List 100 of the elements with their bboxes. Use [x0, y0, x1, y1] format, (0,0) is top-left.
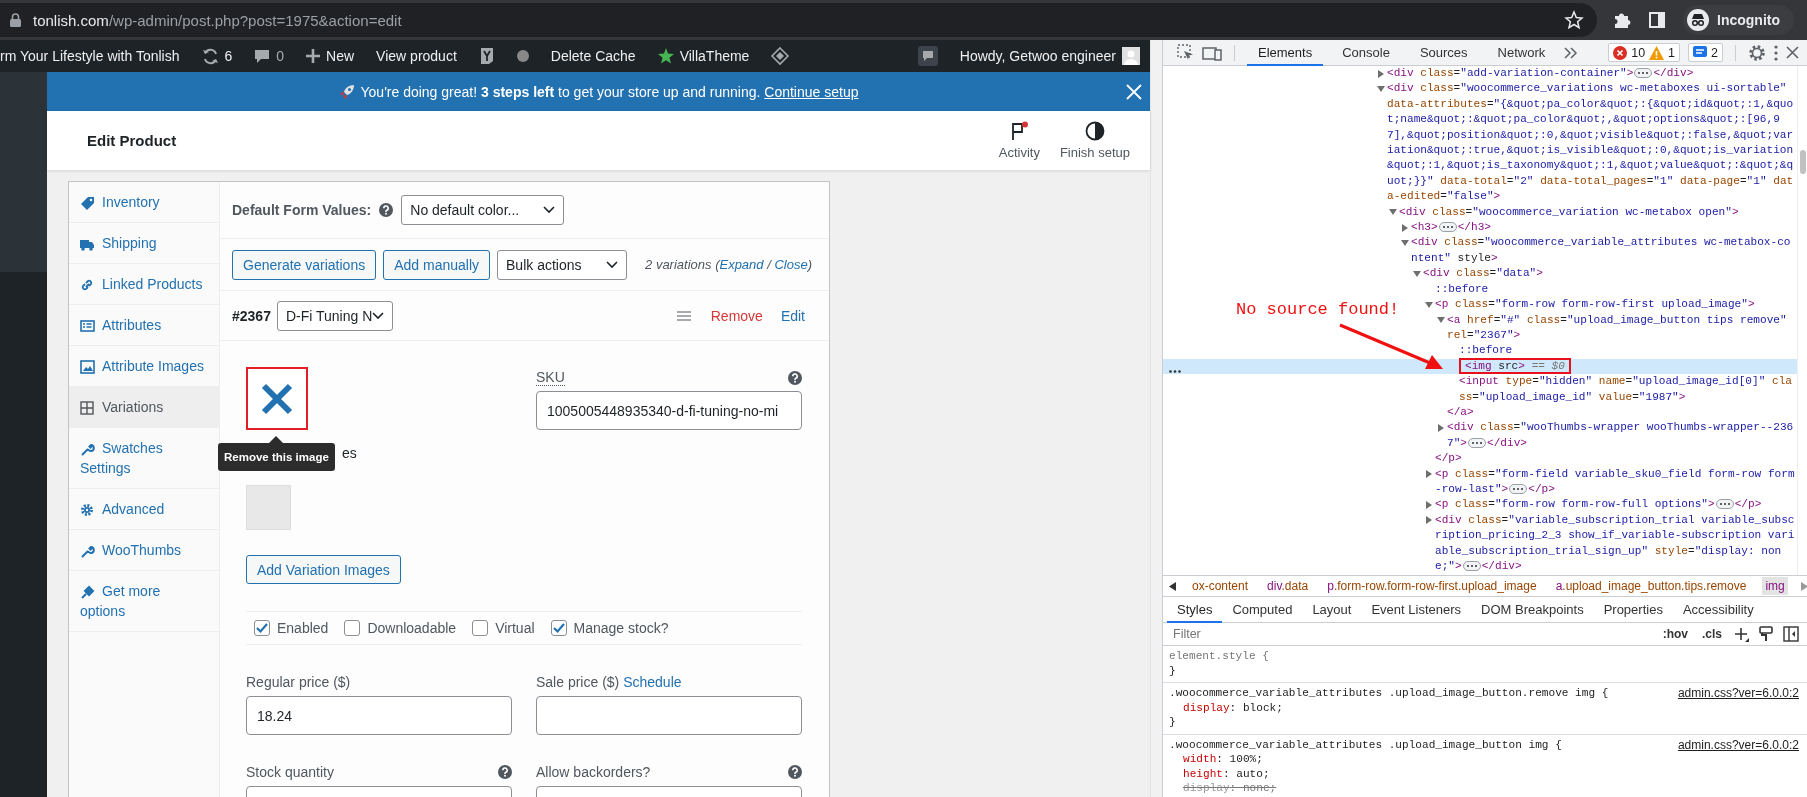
- settings-icon[interactable]: [1748, 43, 1766, 62]
- help-icon[interactable]: [788, 370, 802, 385]
- schedule-link[interactable]: Schedule: [623, 674, 682, 690]
- product-data-tab[interactable]: Advanced: [69, 489, 219, 530]
- product-data-tab[interactable]: Linked Products: [69, 264, 219, 305]
- css-declaration[interactable]: display: block;: [1169, 700, 1799, 715]
- toggle-link[interactable]: Expand: [719, 257, 764, 272]
- add-variation-images-button[interactable]: Add Variation Images: [246, 555, 401, 584]
- new-content-link[interactable]: New: [306, 48, 355, 64]
- sidebar-icon[interactable]: [1649, 12, 1665, 28]
- paint-roller-icon[interactable]: [1759, 626, 1773, 642]
- plus-icon[interactable]: [1734, 626, 1749, 642]
- dom-node[interactable]: <div class="woocommerce_variation wc-metabox open">: [1387, 204, 1797, 221]
- breadcrumb-item[interactable]: a.upload_image_button.tips.remove: [1552, 577, 1750, 595]
- triangle-down-icon[interactable]: [1437, 316, 1445, 325]
- help-icon[interactable]: [379, 203, 394, 217]
- default-value-select[interactable]: No default color...: [401, 195, 565, 225]
- breadcrumb-item[interactable]: div.data: [1264, 577, 1312, 595]
- console-issues-button[interactable]: 10 1: [1608, 43, 1681, 62]
- styles-pane-tab[interactable]: Computed: [1222, 596, 1303, 623]
- generate-variations-button[interactable]: Generate variations: [232, 249, 377, 280]
- delete-cache-link[interactable]: Delete Cache: [550, 48, 636, 64]
- dom-node[interactable]: ::before: [1447, 343, 1797, 359]
- triangle-right-icon[interactable]: [1425, 516, 1433, 525]
- help-icon[interactable]: [498, 765, 512, 779]
- checkbox[interactable]: [472, 620, 489, 636]
- toggle-button[interactable]: .cls: [1700, 627, 1724, 641]
- view-product-link[interactable]: View product: [376, 48, 457, 64]
- double-chevron-icon[interactable]: [1564, 46, 1578, 59]
- chat-icon[interactable]: [917, 46, 938, 66]
- triangle-right-icon[interactable]: [1377, 69, 1385, 78]
- product-data-tab[interactable]: Variations: [69, 387, 219, 428]
- triangle-down-icon[interactable]: [1377, 85, 1385, 94]
- devtools-tab[interactable]: Network: [1486, 40, 1557, 66]
- sidebar-toggle-icon[interactable]: [1783, 626, 1799, 642]
- product-data-tab[interactable]: WooThumbs: [69, 530, 219, 571]
- kebab-menu-icon[interactable]: [1774, 44, 1778, 61]
- checkbox[interactable]: [254, 620, 270, 636]
- dom-node[interactable]: <img src> == $0: [1163, 358, 1797, 375]
- close-icon[interactable]: [1786, 46, 1799, 59]
- help-icon[interactable]: [788, 765, 802, 779]
- stylesheet-link[interactable]: admin.css?ver=6.0.0:2: [1677, 737, 1799, 752]
- scroll-left-icon[interactable]: [1169, 581, 1176, 591]
- sku-field[interactable]: 1005005448935340-d-fi-tuning-no-mi: [536, 391, 802, 430]
- styles-pane-tab[interactable]: Event Listeners: [1361, 596, 1472, 623]
- stylesheet-link[interactable]: admin.css?ver=6.0.0:2: [1677, 686, 1799, 701]
- product-data-tab[interactable]: Attributes: [69, 305, 219, 346]
- breadcrumb-item[interactable]: p.form-row.form-row-first.upload_image: [1324, 577, 1540, 595]
- product-data-tab[interactable]: Shipping: [69, 223, 219, 264]
- styles-pane-tab[interactable]: DOM Breakpoints: [1471, 596, 1594, 623]
- issues-button[interactable]: 2: [1688, 43, 1723, 62]
- toggle-link[interactable]: Close: [774, 257, 808, 272]
- comments-link[interactable]: 0: [254, 48, 285, 64]
- inspect-element-icon[interactable]: [1177, 44, 1194, 61]
- checkbox[interactable]: [344, 620, 361, 636]
- triangle-right-icon[interactable]: [1425, 470, 1433, 479]
- finish-setup-button[interactable]: Finish setup: [1049, 121, 1140, 160]
- more-options-icon[interactable]: [1169, 370, 1181, 374]
- updates-link[interactable]: 6: [201, 47, 233, 65]
- scrollbar[interactable]: [1797, 66, 1807, 575]
- continue-setup-link[interactable]: Continue setup: [764, 83, 859, 100]
- remove-link[interactable]: Remove: [710, 307, 763, 324]
- activity-button[interactable]: Activity: [988, 121, 1050, 160]
- triangle-right-icon[interactable]: [1425, 501, 1433, 510]
- add-manually-button[interactable]: Add manually: [383, 249, 490, 280]
- toggle-button[interactable]: :hov: [1660, 627, 1690, 641]
- dom-node[interactable]: ::before: [1423, 281, 1797, 298]
- puzzle-icon[interactable]: [1613, 11, 1631, 29]
- css-declaration[interactable]: height: auto;: [1169, 766, 1799, 781]
- profile-button[interactable]: Incognito: [1683, 5, 1794, 35]
- product-data-tab[interactable]: Get more options: [69, 571, 219, 632]
- css-declaration[interactable]: display: none;: [1169, 781, 1799, 796]
- dom-node[interactable]: <div class="data">: [1411, 266, 1797, 282]
- triangle-right-icon[interactable]: [1437, 424, 1445, 433]
- devtools-tab[interactable]: Console: [1331, 40, 1401, 66]
- scroll-right-icon[interactable]: [1800, 582, 1807, 592]
- checkbox[interactable]: [550, 620, 567, 636]
- seo-plugin-icon[interactable]: [478, 47, 495, 65]
- site-name-link[interactable]: rm Your Lifestyle with Tonlish: [0, 48, 180, 64]
- variation-attribute-select[interactable]: D-Fi Tuning N: [276, 300, 393, 331]
- styles-pane-tab[interactable]: Properties: [1593, 596, 1673, 623]
- text-field[interactable]: [536, 696, 802, 735]
- triangle-down-icon[interactable]: [1425, 300, 1433, 309]
- url-text[interactable]: tonlish.com/wp-admin/post.php?post=1975&action=edit: [33, 11, 402, 29]
- triangle-down-icon[interactable]: [1401, 239, 1409, 248]
- breadcrumb-item[interactable]: ox-content: [1189, 577, 1252, 595]
- devtools-tab[interactable]: Sources: [1408, 40, 1479, 66]
- triangle-down-icon[interactable]: [1413, 269, 1421, 278]
- theme-link[interactable]: VillaTheme: [657, 48, 750, 64]
- dom-node[interactable]: <h3> </h3>: [1399, 220, 1797, 236]
- css-declaration[interactable]: width: 100%;: [1169, 752, 1799, 767]
- diamond-icon[interactable]: [771, 47, 790, 65]
- star-icon[interactable]: [1565, 11, 1583, 29]
- devtools-tab[interactable]: Elements: [1247, 40, 1324, 66]
- account-link[interactable]: Howdy, Getwoo engineer: [959, 47, 1140, 65]
- dom-node[interactable]: <div class="add-variation-container"> </div>: [1375, 66, 1797, 82]
- styles-pane-tab[interactable]: Layout: [1302, 596, 1362, 623]
- triangle-right-icon[interactable]: [1401, 223, 1409, 232]
- device-toolbar-icon[interactable]: [1202, 44, 1222, 61]
- bulk-actions-select[interactable]: Bulk actions: [497, 249, 627, 280]
